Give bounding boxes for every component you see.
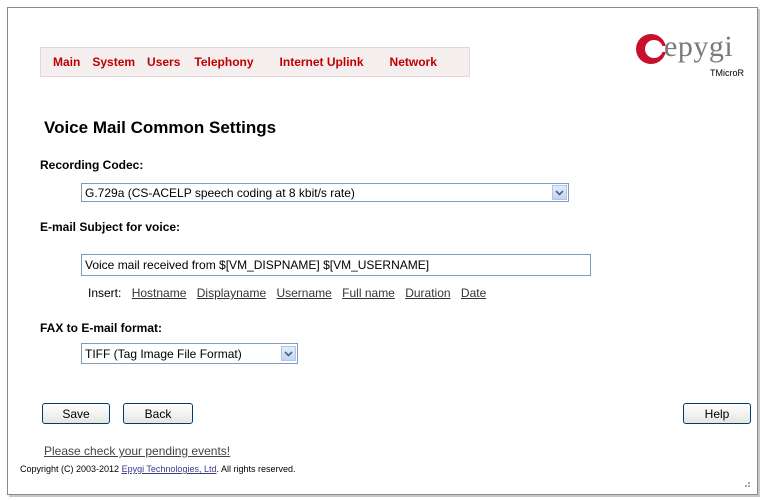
fax-format-label: FAX to E-mail format: bbox=[40, 321, 163, 335]
menu-users[interactable]: Users bbox=[147, 55, 180, 69]
resize-grip-icon[interactable] bbox=[741, 478, 751, 488]
email-subject-label: E-mail Subject for voice: bbox=[40, 220, 181, 234]
pending-events-link[interactable]: Please check your pending events! bbox=[44, 444, 230, 458]
save-button[interactable]: Save bbox=[42, 403, 110, 424]
recording-codec-label: Recording Codec: bbox=[40, 158, 144, 172]
insert-hostname-link[interactable]: Hostname bbox=[132, 286, 187, 300]
insert-displayname-link[interactable]: Displayname bbox=[197, 286, 266, 300]
insert-fullname-link[interactable]: Full name bbox=[342, 286, 395, 300]
fax-format-value: TIFF (Tag Image File Format) bbox=[85, 347, 242, 361]
email-subject-input[interactable] bbox=[81, 254, 591, 276]
logo-swoosh-icon bbox=[636, 34, 668, 64]
menu-internet-uplink[interactable]: Internet Uplink bbox=[280, 55, 364, 69]
copyright-suffix: . All rights reserved. bbox=[216, 464, 296, 474]
chevron-down-icon[interactable] bbox=[281, 346, 296, 361]
menu-network[interactable]: Network bbox=[390, 55, 437, 69]
back-button[interactable]: Back bbox=[123, 403, 193, 424]
menu-telephony[interactable]: Telephony bbox=[194, 55, 253, 69]
epygi-logo: epygi TMicroR bbox=[634, 30, 752, 90]
recording-codec-select[interactable]: G.729a (CS-ACELP speech coding at 8 kbit… bbox=[81, 183, 569, 202]
insert-username-link[interactable]: Username bbox=[276, 286, 331, 300]
recording-codec-value: G.729a (CS-ACELP speech coding at 8 kbit… bbox=[85, 186, 355, 200]
company-link[interactable]: Epygi Technologies, Ltd bbox=[122, 464, 217, 474]
main-frame: Main System Users Telephony Internet Upl… bbox=[7, 7, 758, 495]
page-title: Voice Mail Common Settings bbox=[44, 118, 277, 137]
insert-label: Insert: bbox=[88, 286, 122, 300]
top-menu: Main System Users Telephony Internet Upl… bbox=[40, 47, 470, 77]
fax-format-select[interactable]: TIFF (Tag Image File Format) bbox=[81, 343, 298, 364]
chevron-down-icon[interactable] bbox=[552, 185, 567, 200]
copyright-prefix: Copyright (C) 2003-2012 bbox=[20, 464, 122, 474]
insert-duration-link[interactable]: Duration bbox=[405, 286, 450, 300]
logo-model: TMicroR bbox=[710, 68, 744, 78]
menu-system[interactable]: System bbox=[92, 55, 135, 69]
help-button[interactable]: Help bbox=[683, 403, 751, 424]
copyright-notice: Copyright (C) 2003-2012 Epygi Technologi… bbox=[20, 464, 296, 474]
insert-row: Insert: Hostname Displayname Username Fu… bbox=[88, 286, 486, 300]
insert-date-link[interactable]: Date bbox=[461, 286, 486, 300]
logo-wordmark: epygi bbox=[664, 30, 734, 63]
menu-main[interactable]: Main bbox=[53, 55, 80, 69]
